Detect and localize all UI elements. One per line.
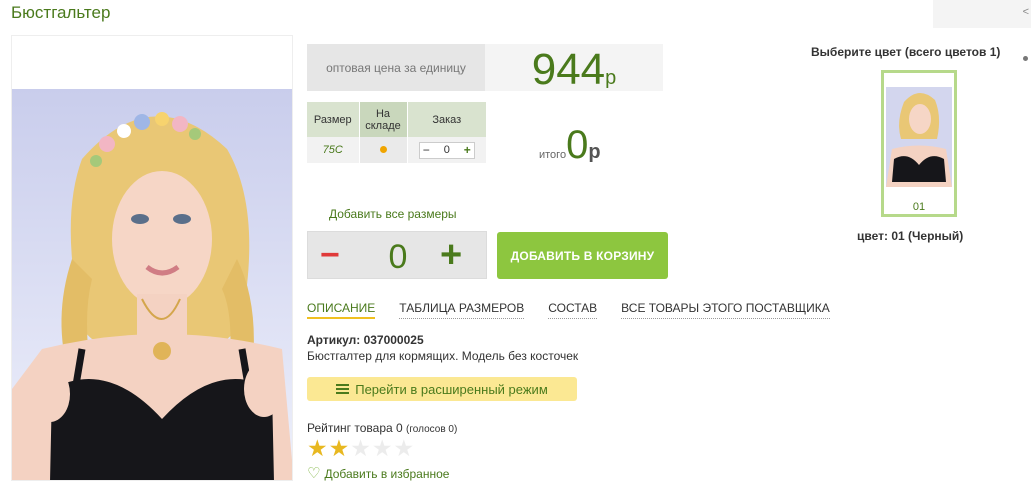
tab-size-chart[interactable]: ТАБЛИЦА РАЗМЕРОВ: [399, 301, 525, 319]
selected-color: цвет: 01 (Черный): [857, 229, 964, 243]
extended-mode-label: Перейти в расширенный режим: [355, 381, 548, 397]
color-swatch-01[interactable]: 01: [881, 70, 957, 217]
product-tabs: ОПИСАНИЕ ТАБЛИЦА РАЗМЕРОВ СОСТАВ ВСЕ ТОВ…: [307, 301, 854, 319]
color-picker-title: Выберите цвет (всего цветов 1): [811, 45, 1001, 59]
rating-text: Рейтинг товара 0 (голосов 0): [307, 421, 457, 435]
price-value-box: 944 р: [485, 44, 663, 94]
page-title: Бюстгальтер: [11, 3, 111, 22]
decrement-button[interactable]: −: [423, 143, 430, 157]
list-icon: [336, 383, 350, 395]
add-to-favorites-link[interactable]: ♡ Добавить в избранное: [307, 465, 450, 481]
size-value: 75C: [307, 137, 360, 163]
star-icon[interactable]: ★: [350, 437, 371, 460]
size-header: Размер: [307, 102, 360, 137]
rating-stars[interactable]: ★ ★ ★ ★ ★: [307, 437, 415, 460]
dot-icon: [1023, 56, 1028, 61]
big-increment-button[interactable]: +: [440, 234, 462, 277]
add-to-cart-button[interactable]: ДОБАВИТЬ В КОРЗИНУ: [497, 232, 668, 279]
size-table: Размер На складе Заказ 75C − 0 +: [307, 102, 487, 163]
tab-composition[interactable]: СОСТАВ: [548, 301, 598, 319]
price-value: 944: [531, 45, 606, 94]
price-currency: р: [605, 67, 617, 89]
chevron-left-icon: <: [1022, 6, 1029, 18]
tab-supplier-products[interactable]: ВСЕ ТОВАРЫ ЭТОГО ПОСТАВЩИКА: [621, 301, 830, 319]
total-currency: р: [588, 141, 601, 163]
extended-mode-button[interactable]: Перейти в расширенный режим: [307, 377, 577, 401]
star-icon[interactable]: ★: [307, 437, 328, 460]
quantity-stepper[interactable]: − 0 +: [418, 141, 475, 159]
total-block: итого 0 р: [539, 125, 601, 165]
star-icon[interactable]: ★: [372, 437, 393, 460]
order-cell: − 0 +: [407, 137, 487, 163]
heart-icon: ♡: [307, 465, 321, 481]
product-photo-frame[interactable]: [11, 35, 293, 481]
stock-cell: [359, 137, 408, 163]
all-quantity-stepper[interactable]: − 0 +: [307, 231, 487, 279]
product-description: Бюстгалтер для кормящих. Модель без кост…: [307, 349, 579, 363]
order-header: Заказ: [407, 102, 487, 137]
star-icon[interactable]: ★: [394, 437, 415, 460]
add-all-sizes-link[interactable]: Добавить все размеры: [329, 207, 457, 221]
tab-description[interactable]: ОПИСАНИЕ: [307, 301, 376, 319]
total-value: 0: [566, 123, 589, 167]
rating-votes: (голосов 0): [406, 424, 458, 435]
rating-label: Рейтинг товара 0: [307, 421, 403, 435]
swatch-label: 01: [912, 201, 926, 213]
table-row: 75C − 0 +: [307, 137, 487, 163]
quantity-value[interactable]: 0: [444, 144, 450, 156]
collapse-tab[interactable]: <: [933, 0, 1031, 28]
in-stock-dot-icon: [379, 146, 387, 153]
swatch-photo: [886, 87, 952, 187]
price-label: оптовая цена за единицу: [307, 44, 485, 91]
product-photo: [12, 89, 292, 480]
total-label: итого: [539, 149, 567, 161]
article-number: Артикул: 037000025: [307, 333, 424, 347]
star-icon[interactable]: ★: [329, 437, 350, 460]
increment-button[interactable]: +: [464, 143, 471, 157]
stock-header: На складе: [359, 102, 408, 137]
favorites-label: Добавить в избранное: [324, 467, 450, 481]
